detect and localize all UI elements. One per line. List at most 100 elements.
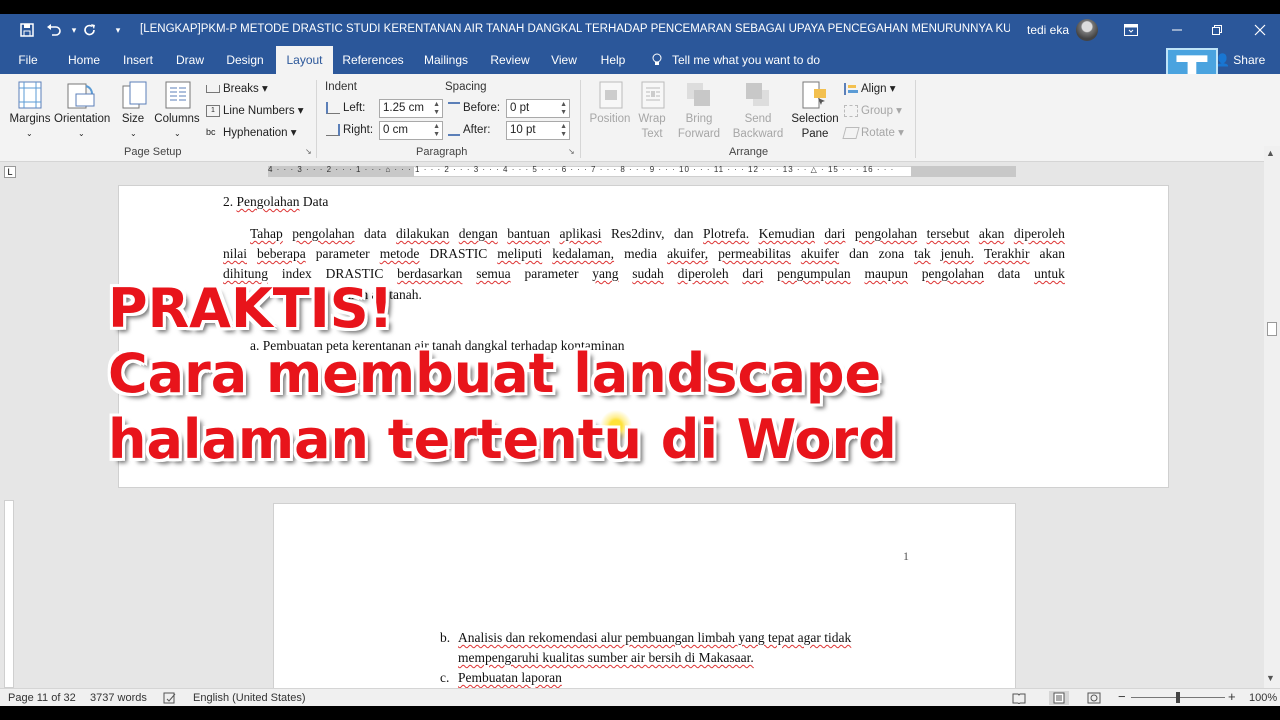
hyphenation-button[interactable]: bc Hyphenation ▾ bbox=[206, 125, 297, 139]
proofing-icon[interactable] bbox=[163, 692, 177, 707]
paragraph-launcher-icon[interactable]: ↘ bbox=[568, 147, 575, 156]
align-button[interactable]: Align ▾ bbox=[844, 81, 896, 95]
tell-me-text: Tell me what you want to do bbox=[672, 53, 821, 67]
restore-icon[interactable] bbox=[1207, 20, 1227, 40]
list-item-b-line2[interactable]: mempengaruhi kualitas sumber air bersih … bbox=[458, 650, 754, 666]
send-backward-button-line1[interactable]: Send bbox=[735, 113, 781, 125]
indent-right-spinner-icon[interactable]: ▲ ▼ bbox=[433, 123, 440, 139]
tab-draw[interactable]: Draw bbox=[168, 46, 212, 74]
orientation-button[interactable]: Orientation bbox=[54, 113, 110, 125]
vertical-scrollbar[interactable] bbox=[1264, 146, 1280, 688]
language-status[interactable]: English (United States) bbox=[193, 692, 306, 704]
spacing-after-spinner-icon[interactable]: ▲ ▼ bbox=[560, 123, 567, 139]
bring-forward-button-line2[interactable]: Forward bbox=[672, 128, 726, 140]
word-count[interactable]: 3737 words bbox=[90, 692, 147, 704]
margins-dropdown-icon[interactable]: ⌄ bbox=[26, 129, 33, 138]
overlay-headline: PRAKTIS! bbox=[108, 277, 394, 340]
selection-pane-button-line2[interactable]: Pane bbox=[795, 128, 835, 140]
para-line-1[interactable]: Tahap pengolahan data dilakukan dengan b… bbox=[250, 226, 1065, 242]
avatar[interactable] bbox=[1076, 19, 1098, 41]
send-backward-button-line2[interactable]: Backward bbox=[727, 128, 789, 140]
tab-review[interactable]: Review bbox=[486, 46, 534, 74]
spacing-after-label: After: bbox=[448, 124, 490, 136]
read-mode-icon[interactable] bbox=[1012, 692, 1026, 707]
zoom-out-icon[interactable]: − bbox=[1118, 689, 1126, 704]
scroll-up-icon[interactable]: ▲ bbox=[1266, 148, 1275, 158]
tab-design[interactable]: Design bbox=[220, 46, 270, 74]
customize-quick-access-icon[interactable]: ▾ bbox=[108, 20, 128, 40]
margins-icon bbox=[15, 80, 45, 110]
columns-dropdown-icon[interactable]: ⌄ bbox=[174, 129, 181, 138]
tab-insert[interactable]: Insert bbox=[116, 46, 160, 74]
indent-left-spinner-icon[interactable]: ▲ ▼ bbox=[433, 101, 440, 117]
tab-view[interactable]: View bbox=[544, 46, 584, 74]
share-button[interactable]: 👤 Share bbox=[1215, 46, 1265, 74]
para-line-2[interactable]: nilai beberapa parameter metode DRASTIC … bbox=[223, 246, 1065, 262]
size-button[interactable]: Size bbox=[118, 113, 148, 125]
close-icon[interactable] bbox=[1250, 20, 1270, 40]
user-name[interactable]: tedi eka bbox=[1027, 23, 1069, 37]
page-setup-launcher-icon[interactable]: ↘ bbox=[305, 147, 312, 156]
indent-right-input[interactable]: 0 cm ▲ ▼ bbox=[379, 121, 443, 140]
section-heading[interactable]: 2. Pengolahan Data bbox=[223, 194, 328, 210]
rotate-label: Rotate bbox=[861, 127, 895, 139]
vertical-ruler[interactable] bbox=[4, 500, 14, 688]
scroll-down-icon[interactable]: ▼ bbox=[1266, 673, 1275, 683]
page-count[interactable]: Page 11 of 32 bbox=[8, 692, 76, 704]
line-numbers-button[interactable]: 1 Line Numbers ▾ bbox=[206, 103, 304, 117]
scroll-thumb[interactable] bbox=[1267, 322, 1277, 336]
spacing-before-spinner-icon[interactable]: ▲ ▼ bbox=[560, 101, 567, 117]
ribbon-display-options-icon[interactable] bbox=[1121, 20, 1141, 40]
ribbon-tabs: File Home Insert Draw Design Layout Refe… bbox=[0, 46, 1280, 74]
orientation-dropdown-icon[interactable]: ⌄ bbox=[78, 129, 85, 138]
margins-button[interactable]: Margins bbox=[8, 113, 52, 125]
minimize-icon[interactable] bbox=[1167, 20, 1187, 40]
word: dan bbox=[849, 246, 869, 261]
list-item-c[interactable]: Pembuatan laporan bbox=[458, 670, 562, 686]
zoom-slider-handle[interactable] bbox=[1176, 692, 1180, 703]
columns-icon bbox=[163, 80, 193, 110]
position-button[interactable]: Position bbox=[586, 113, 634, 125]
zoom-in-icon[interactable]: + bbox=[1228, 689, 1236, 704]
redo-icon[interactable] bbox=[80, 20, 100, 40]
spacing-before-text: Before: bbox=[463, 102, 501, 115]
group-button[interactable]: Group ▾ bbox=[844, 103, 902, 117]
columns-button[interactable]: Columns bbox=[154, 113, 200, 125]
word: bantuan bbox=[507, 226, 551, 241]
indent-left-input[interactable]: 1.25 cm ▲ ▼ bbox=[379, 99, 443, 118]
spacing-before-input[interactable]: 0 pt ▲ ▼ bbox=[506, 99, 570, 118]
tab-home[interactable]: Home bbox=[60, 46, 108, 74]
selection-pane-button-line1[interactable]: Selection bbox=[790, 113, 840, 125]
undo-icon[interactable] bbox=[44, 20, 64, 40]
spacing-heading: Spacing bbox=[445, 81, 487, 93]
word: dan bbox=[674, 226, 694, 241]
word: diperoleh bbox=[1013, 226, 1065, 241]
wrap-text-button-line1[interactable]: Wrap bbox=[634, 113, 670, 125]
zoom-level[interactable]: 100% bbox=[1249, 692, 1277, 704]
page-portrait[interactable] bbox=[273, 503, 1016, 703]
tab-file[interactable]: File bbox=[8, 46, 48, 74]
web-layout-icon[interactable] bbox=[1087, 692, 1101, 707]
tab-help[interactable]: Help bbox=[594, 46, 632, 74]
wrap-text-button-line2[interactable]: Text bbox=[634, 128, 670, 140]
list-item-c-marker: c. bbox=[440, 670, 450, 685]
save-icon[interactable] bbox=[17, 20, 37, 40]
spacing-after-input[interactable]: 10 pt ▲ ▼ bbox=[506, 121, 570, 140]
word: Res2dinv, bbox=[611, 226, 665, 241]
tab-mailings[interactable]: Mailings bbox=[418, 46, 474, 74]
breaks-button[interactable]: Breaks ▾ bbox=[206, 81, 268, 95]
word: tak bbox=[914, 246, 931, 261]
print-layout-icon[interactable] bbox=[1049, 691, 1069, 705]
tell-me-box[interactable]: Tell me what you want to do bbox=[652, 46, 820, 74]
size-dropdown-icon[interactable]: ⌄ bbox=[130, 129, 137, 138]
bring-forward-button-line1[interactable]: Bring bbox=[676, 113, 722, 125]
word: media bbox=[624, 246, 658, 261]
indent-right-value: 0 cm bbox=[383, 124, 408, 136]
word: akuifer bbox=[800, 246, 840, 261]
hyphenation-label: Hyphenation bbox=[223, 127, 288, 139]
tab-selector[interactable]: L bbox=[4, 166, 16, 178]
rotate-button[interactable]: Rotate ▾ bbox=[842, 125, 904, 139]
list-item-b-line1[interactable]: Analisis dan rekomendasi alur pembuangan… bbox=[458, 630, 851, 646]
tab-layout[interactable]: Layout bbox=[276, 46, 333, 74]
tab-references[interactable]: References bbox=[339, 46, 407, 74]
